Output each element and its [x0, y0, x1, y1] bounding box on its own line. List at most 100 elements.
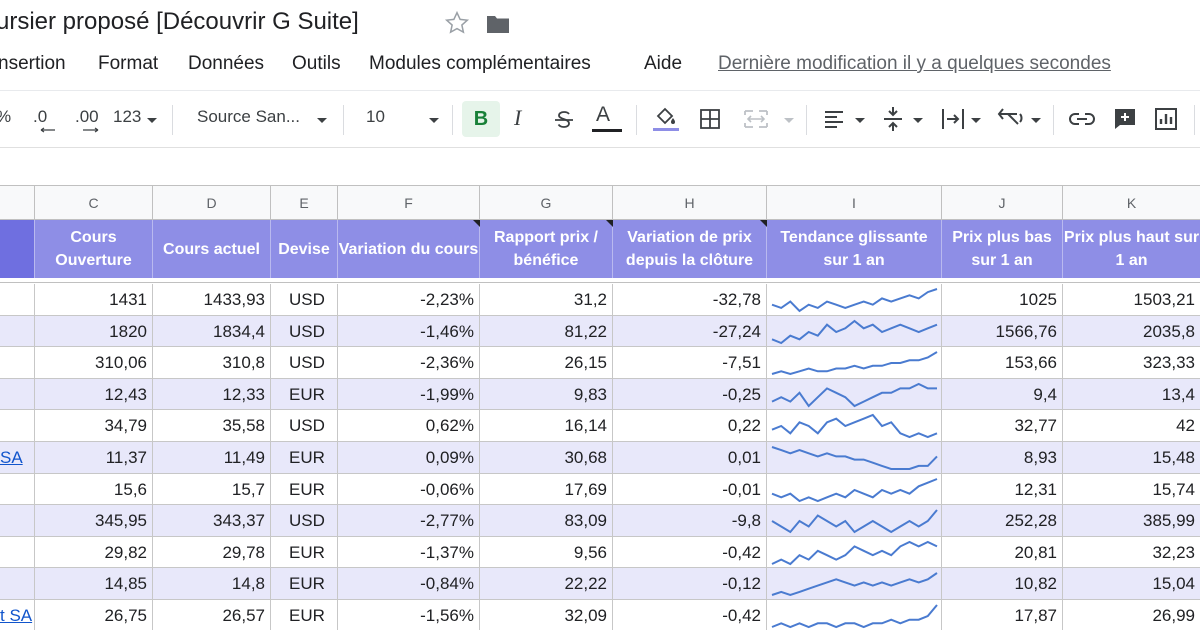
name-cell[interactable]: SA	[0, 442, 35, 473]
high-price-cell[interactable]: 32,23	[1063, 537, 1200, 568]
low-price-cell[interactable]: 9,4	[942, 378, 1063, 410]
name-cell[interactable]	[0, 473, 35, 505]
currency-cell[interactable]: USD	[271, 284, 338, 315]
high-price-cell[interactable]: 2035,8	[1063, 316, 1200, 347]
star-outline-icon[interactable]	[444, 10, 470, 36]
current-price-cell[interactable]: 29,78	[153, 536, 271, 568]
change-cell[interactable]: -2,77%	[338, 505, 480, 537]
open-price-cell[interactable]: 14,85	[35, 568, 153, 600]
name-cell[interactable]	[0, 284, 35, 315]
menu-format[interactable]: Format	[98, 53, 158, 75]
open-price-cell[interactable]: 1820	[35, 315, 153, 347]
folder-icon[interactable]	[486, 14, 510, 34]
menu-modules[interactable]: Modules complémentaires	[369, 53, 591, 75]
close-change-cell[interactable]: -0,42	[613, 536, 767, 568]
close-change-cell[interactable]: -0,25	[613, 378, 767, 410]
close-change-cell[interactable]: -9,8	[613, 505, 767, 537]
column-header[interactable]: H	[613, 186, 767, 220]
change-cell[interactable]: -0,84%	[338, 568, 480, 600]
current-price-cell[interactable]: 11,49	[153, 442, 271, 473]
current-price-cell[interactable]: 26,57	[153, 600, 271, 630]
column-header[interactable]: J	[942, 186, 1063, 220]
close-change-cell[interactable]: 0,01	[613, 442, 767, 473]
bold-button[interactable]: B	[462, 101, 500, 137]
change-cell[interactable]: -2,23%	[338, 284, 480, 315]
borders-icon[interactable]	[699, 108, 721, 130]
header-cell[interactable]: Variation de prix depuis la clôture	[613, 220, 767, 278]
name-cell[interactable]	[0, 347, 35, 379]
pe-ratio-cell[interactable]: 30,68	[480, 442, 613, 473]
change-cell[interactable]: -2,36%	[338, 347, 480, 379]
pe-ratio-cell[interactable]: 32,09	[480, 600, 613, 630]
close-change-cell[interactable]: -27,24	[613, 315, 767, 347]
sparkline[interactable]	[767, 347, 942, 379]
number-format-dropdown[interactable]: 123	[113, 107, 141, 127]
close-change-cell[interactable]: -7,51	[613, 347, 767, 379]
low-price-cell[interactable]: 8,93	[942, 442, 1063, 473]
column-header[interactable]: F	[338, 186, 480, 220]
column-header[interactable]: D	[153, 186, 271, 220]
low-price-cell[interactable]: 252,28	[942, 505, 1063, 537]
change-cell[interactable]: -1,37%	[338, 536, 480, 568]
sparkline[interactable]	[767, 284, 942, 315]
low-price-cell[interactable]: 153,66	[942, 347, 1063, 379]
change-cell[interactable]: 0,62%	[338, 410, 480, 442]
change-cell[interactable]: -1,99%	[338, 378, 480, 410]
open-price-cell[interactable]: 15,6	[35, 473, 153, 505]
currency-cell[interactable]: USD	[271, 410, 338, 442]
change-cell[interactable]: -1,56%	[338, 600, 480, 630]
open-price-cell[interactable]: 345,95	[35, 505, 153, 537]
name-cell[interactable]	[0, 378, 35, 410]
italic-button[interactable]: I	[514, 105, 521, 131]
sparkline[interactable]	[767, 442, 942, 473]
sparkline[interactable]	[767, 536, 942, 568]
column-header[interactable]	[0, 186, 35, 220]
menu-aide[interactable]: Aide	[644, 53, 682, 75]
text-wrap-icon[interactable]	[940, 106, 966, 132]
close-change-cell[interactable]: 0,22	[613, 410, 767, 442]
sparkline[interactable]	[767, 315, 942, 347]
fill-color-icon[interactable]	[651, 105, 681, 133]
currency-cell[interactable]: EUR	[271, 442, 338, 473]
pe-ratio-cell[interactable]: 26,15	[480, 347, 613, 379]
name-cell[interactable]	[0, 505, 35, 537]
current-price-cell[interactable]: 1834,4	[153, 315, 271, 347]
decimal-increase-button[interactable]: .00	[75, 107, 99, 127]
currency-cell[interactable]: EUR	[271, 568, 338, 600]
sparkline[interactable]	[767, 600, 942, 630]
close-change-cell[interactable]: -0,01	[613, 473, 767, 505]
text-color-button[interactable]: A	[596, 103, 610, 127]
open-price-cell[interactable]: 1431	[35, 284, 153, 315]
current-price-cell[interactable]: 14,8	[153, 568, 271, 600]
column-header[interactable]: G	[480, 186, 613, 220]
pe-ratio-cell[interactable]: 31,2	[480, 284, 613, 315]
decimal-decrease-button[interactable]: .0	[33, 107, 47, 127]
open-price-cell[interactable]: 310,06	[35, 347, 153, 379]
close-change-cell[interactable]: -32,78	[613, 284, 767, 315]
header-cell[interactable]: Cours actuel	[153, 220, 271, 278]
change-cell[interactable]: -1,46%	[338, 315, 480, 347]
name-cell[interactable]	[0, 410, 35, 442]
insert-link-icon[interactable]	[1068, 111, 1096, 127]
current-price-cell[interactable]: 15,7	[153, 473, 271, 505]
currency-cell[interactable]: EUR	[271, 600, 338, 630]
column-header[interactable]: E	[271, 186, 338, 220]
header-cell[interactable]	[0, 220, 35, 278]
high-price-cell[interactable]: 385,99	[1063, 505, 1200, 536]
pe-ratio-cell[interactable]: 17,69	[480, 473, 613, 505]
close-change-cell[interactable]: -0,12	[613, 568, 767, 600]
low-price-cell[interactable]: 1025	[942, 284, 1063, 315]
close-change-cell[interactable]: -0,42	[613, 600, 767, 630]
font-family-dropdown[interactable]: Source San...	[197, 107, 300, 127]
currency-cell[interactable]: EUR	[271, 378, 338, 410]
change-cell[interactable]: -0,06%	[338, 473, 480, 505]
low-price-cell[interactable]: 32,77	[942, 410, 1063, 442]
insert-comment-icon[interactable]	[1113, 107, 1137, 131]
font-size-dropdown[interactable]: 10	[366, 107, 385, 127]
currency-cell[interactable]: USD	[271, 315, 338, 347]
header-cell[interactable]: Rapport prix / bénéfice	[480, 220, 613, 278]
name-cell[interactable]: t SA	[0, 600, 35, 630]
currency-cell[interactable]: EUR	[271, 473, 338, 505]
current-price-cell[interactable]: 12,33	[153, 378, 271, 410]
high-price-cell[interactable]: 13,4	[1063, 379, 1200, 410]
